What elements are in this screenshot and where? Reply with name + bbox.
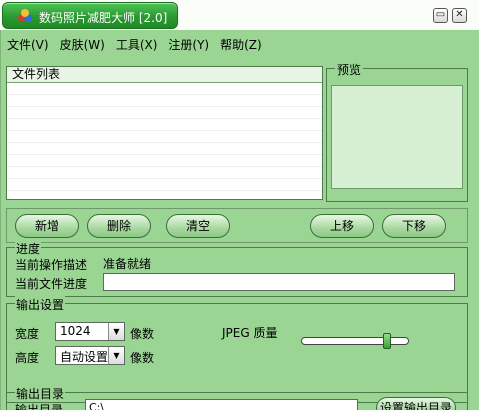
- current-operation-label: 当前操作描述: [15, 258, 88, 272]
- move-up-button[interactable]: 上移: [310, 214, 374, 238]
- progress-legend: 进度: [15, 240, 42, 257]
- add-button[interactable]: 新增: [15, 214, 79, 238]
- chevron-down-icon[interactable]: ▼: [108, 323, 124, 340]
- file-progress-bar: [103, 273, 455, 291]
- set-output-directory-button[interactable]: 设置输出目录: [376, 397, 456, 410]
- width-value: 1024: [60, 324, 91, 338]
- height-select[interactable]: 自动设置 ▼: [55, 346, 125, 365]
- progress-group: 进度 当前操作描述 准备就绪 当前文件进度: [6, 240, 468, 297]
- output-directory-input[interactable]: C:\: [85, 399, 358, 410]
- jpeg-quality-label: JPEG 质量: [222, 326, 278, 340]
- clear-button[interactable]: 清空: [166, 214, 230, 238]
- action-button-strip: 新增 删除 清空 上移 下移: [6, 208, 468, 243]
- output-directory-legend: 输出目录: [15, 385, 66, 402]
- jpeg-quality-slider[interactable]: [301, 337, 409, 345]
- menu-register[interactable]: 注册(Y): [168, 36, 209, 52]
- minimize-button[interactable]: ▭: [433, 8, 448, 23]
- window-title: 数码照片减肥大师 [2.0]: [39, 11, 168, 25]
- width-unit: 像数: [130, 327, 155, 341]
- current-operation-value: 准备就绪: [103, 257, 152, 271]
- height-unit: 像数: [130, 351, 155, 365]
- main-window: 文件(V) 皮肤(W) 工具(X) 注册(Y) 帮助(Z) 文件列表 预览 新增…: [0, 30, 479, 410]
- app-logo-icon: [18, 9, 32, 22]
- delete-button[interactable]: 删除: [87, 214, 151, 238]
- close-button[interactable]: ✕: [452, 8, 467, 23]
- output-directory-group: 输出目录 输出目录 C:\ 设置输出目录: [6, 385, 468, 410]
- preview-image-area: [331, 85, 463, 189]
- chevron-down-icon[interactable]: ▼: [108, 347, 124, 364]
- height-label: 高度: [15, 351, 40, 365]
- menu-tools[interactable]: 工具(X): [116, 36, 158, 52]
- minimize-icon: ▭: [435, 9, 446, 20]
- menu-skin[interactable]: 皮肤(W): [60, 36, 105, 52]
- file-list-header: 文件列表: [7, 67, 322, 83]
- output-directory-label: 输出目录: [15, 403, 64, 410]
- width-label: 宽度: [15, 327, 40, 341]
- output-settings-legend: 输出设置: [15, 296, 66, 313]
- move-down-button[interactable]: 下移: [382, 214, 446, 238]
- output-settings-group: 输出设置 宽度 1024 ▼ 像数 JPEG 质量 高度 自动设置 ▼ 像数: [6, 296, 468, 403]
- menu-help[interactable]: 帮助(Z): [220, 36, 262, 52]
- height-value: 自动设置: [60, 350, 109, 364]
- title-tab: 数码照片减肥大师 [2.0]: [2, 2, 178, 29]
- file-list-body[interactable]: [7, 83, 322, 191]
- preview-label: 预览: [335, 61, 364, 78]
- menu-bar: 文件(V) 皮肤(W) 工具(X) 注册(Y) 帮助(Z): [7, 36, 262, 52]
- title-bar: 数码照片减肥大师 [2.0] ▭ ✕: [0, 0, 479, 30]
- close-icon: ✕: [455, 9, 464, 20]
- jpeg-quality-thumb[interactable]: [383, 333, 391, 349]
- menu-file[interactable]: 文件(V): [7, 36, 49, 52]
- width-select[interactable]: 1024 ▼: [55, 322, 125, 341]
- file-progress-label: 当前文件进度: [15, 277, 88, 291]
- file-list[interactable]: 文件列表: [6, 66, 323, 200]
- preview-group: 预览: [326, 61, 468, 202]
